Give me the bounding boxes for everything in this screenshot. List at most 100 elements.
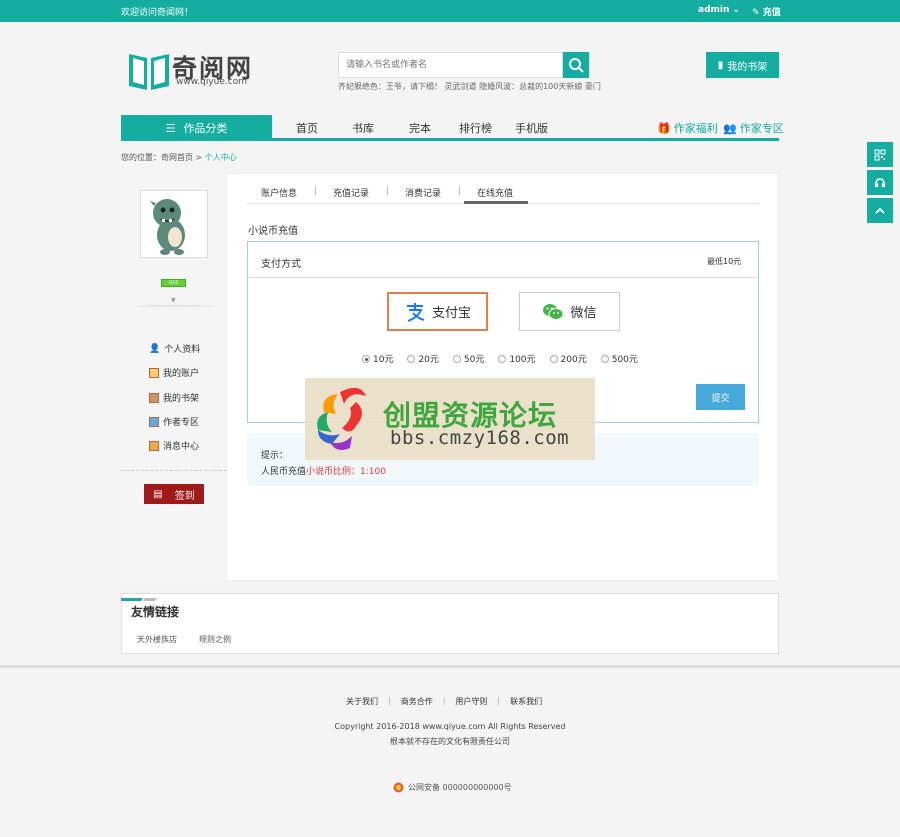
nav-home[interactable]: 首页 (296, 120, 318, 136)
tab-consume-records[interactable]: 消费记录 (405, 186, 441, 199)
book-icon: ▮ (717, 59, 724, 71)
breadcrumb-home[interactable]: 奇网首页 (161, 153, 193, 162)
nav-mobile[interactable]: 手机版 (515, 120, 548, 136)
chevron-down-icon: ⌄ (732, 5, 741, 15)
watermark-en-text: bbs.cmzy168.com (390, 427, 570, 449)
tab-account-info[interactable]: 账户信息 (261, 186, 297, 199)
friend-link-item[interactable]: 天外楼族店 (137, 634, 177, 645)
nav-completed[interactable]: 完本 (409, 120, 431, 136)
edit-icon: ✎ (752, 8, 760, 18)
sign-in-button[interactable]: ▤ 签到 (144, 484, 204, 504)
wechat-option[interactable]: 微信 (519, 292, 620, 331)
author-welfare-link[interactable]: 🎁 作家福利 (657, 120, 718, 136)
tip-text-ratio: 小说币比例：1:100 (306, 467, 386, 477)
tab-separator: | (386, 186, 390, 196)
footer-separator: | (497, 696, 501, 705)
breadcrumb: 您的位置：奇网首页 > 个人中心 (121, 152, 237, 163)
hot-search-words[interactable]: 齐妃狠绝色：王爷，请下榻！ 灵武剑道 隐婚风波：总裁的100天新娘 豪门 (338, 81, 601, 92)
submit-button[interactable]: 提交 (696, 384, 745, 410)
tab-online-recharge[interactable]: 在线充值 (477, 186, 513, 199)
recharge-link[interactable]: ✎ 充值 (752, 5, 781, 18)
sidebar-item-label: 个人资料 (164, 345, 201, 355)
message-icon (149, 440, 159, 451)
radio-button[interactable] (498, 354, 507, 363)
users-icon: 👥 (723, 121, 737, 135)
amount-option-200[interactable]: 200元 (549, 352, 587, 365)
user-icon: 👤 (149, 343, 161, 354)
footer-separator: | (442, 696, 446, 705)
payment-header (248, 242, 758, 278)
category-label: 作品分类 (183, 122, 228, 135)
search-button[interactable] (563, 52, 589, 78)
sidebar-item-account[interactable]: 我的账户 (149, 366, 199, 379)
bookshelf-label: 我的书架 (727, 61, 768, 73)
amount-option-10[interactable]: 10元 (362, 352, 393, 365)
footer-link-business[interactable]: 商务合作 (401, 696, 433, 707)
level-badge: LV.0 (161, 279, 186, 287)
amount-option-20[interactable]: 20元 (407, 352, 439, 365)
sidebar-item-profile[interactable]: 👤 个人资料 (149, 342, 201, 356)
footer-link-rules[interactable]: 用户守则 (455, 696, 487, 707)
alipay-option[interactable]: 支付宝 (387, 292, 488, 331)
amount-label: 200元 (560, 355, 587, 365)
wechat-label: 微信 (570, 306, 597, 321)
copyright-text: Copyright 2016-2018 www.qiyue.com All Ri… (334, 722, 566, 731)
search-input[interactable] (338, 52, 563, 78)
user-menu[interactable]: admin ⌄ (698, 5, 740, 15)
footer-link-about[interactable]: 关于我们 (346, 696, 378, 707)
footer-link-contact[interactable]: 联系我们 (510, 696, 542, 707)
radio-button[interactable] (549, 354, 558, 363)
logo-url: www.qiyue.com (176, 77, 247, 87)
breadcrumb-prefix: 您的位置： (121, 153, 161, 162)
radio-button[interactable] (407, 354, 416, 363)
menu-icon: ☰ (165, 121, 176, 135)
avatar[interactable] (140, 190, 208, 258)
amount-option-500[interactable]: 500元 (600, 352, 638, 365)
sidebar-divider (121, 470, 227, 471)
headset-icon (875, 177, 885, 187)
amount-label: 500元 (611, 355, 638, 365)
calendar-icon: ▤ (153, 488, 163, 500)
amount-option-50[interactable]: 50元 (452, 352, 485, 365)
alipay-icon (406, 302, 425, 322)
nav-ranking[interactable]: 排行榜 (459, 120, 492, 136)
tab-separator: | (314, 186, 318, 196)
sidebar-item-label: 我的书架 (163, 394, 200, 404)
radio-button[interactable] (362, 354, 370, 363)
author-zone-link[interactable]: 👥 作家专区 (723, 120, 784, 136)
section-title: 小说币充值 (248, 226, 298, 237)
username: admin (698, 5, 730, 15)
author-icon (149, 416, 159, 427)
police-record[interactable]: 公网安备 000000000000号 (393, 782, 512, 793)
category-menu-button[interactable]: ☰ 作品分类 (121, 115, 272, 141)
sidebar-item-author[interactable]: 作者专区 (149, 415, 199, 428)
amount-label: 20元 (418, 355, 439, 365)
amount-label: 50元 (463, 355, 485, 365)
amount-option-100[interactable]: 100元 (498, 352, 536, 365)
tab-recharge-records[interactable]: 充值记录 (333, 186, 369, 199)
radio-button[interactable] (600, 354, 609, 363)
sidebar-item-bookshelf[interactable]: 我的书架 (149, 391, 199, 404)
nav-library[interactable]: 书库 (352, 120, 374, 136)
watermark-logo-icon (310, 382, 382, 456)
radio-button[interactable] (452, 354, 461, 363)
author-zone-label: 作家专区 (739, 122, 784, 135)
back-to-top-button[interactable] (867, 198, 893, 223)
qrcode-float-button[interactable] (867, 142, 893, 167)
bookshelf-icon (149, 392, 159, 403)
customer-service-float-button[interactable] (867, 170, 893, 195)
account-icon (149, 367, 159, 378)
alipay-label: 支付宝 (431, 306, 471, 321)
sidebar-item-label: 我的账户 (163, 369, 200, 379)
footer-links: 关于我们 | 商务合作 | 用户守则 | 联系我们 (346, 696, 542, 707)
police-badge-icon (393, 782, 404, 793)
chevron-up-icon (875, 207, 885, 214)
welcome-text: 欢迎访问奇闻网！ (121, 8, 194, 18)
caret-down-icon[interactable]: ▼ (171, 297, 176, 304)
footer-separator: | (388, 696, 391, 705)
sidebar-item-label: 作者专区 (163, 418, 200, 428)
friend-link-item[interactable]: 规则之例 (199, 634, 231, 645)
minimum-note: 最低10元 (707, 257, 742, 266)
sidebar-item-messages[interactable]: 消息中心 (149, 439, 199, 452)
my-bookshelf-button[interactable]: ▮ 我的书架 (706, 52, 779, 78)
